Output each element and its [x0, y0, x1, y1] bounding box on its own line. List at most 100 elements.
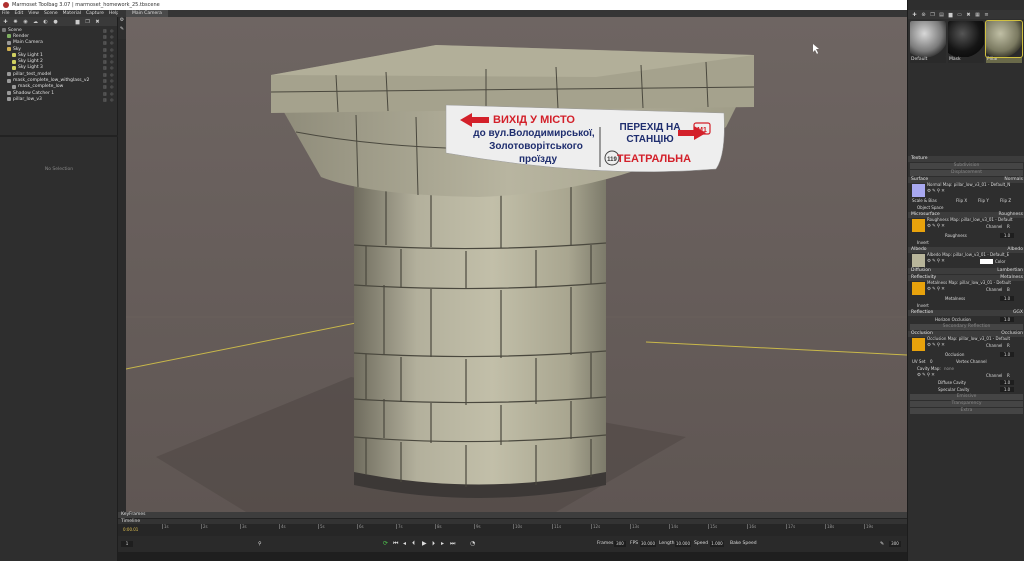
map-tools[interactable]: ⚙✎⚲✕ — [927, 258, 946, 265]
viewport[interactable]: ВИХІД У МІСТО до вул.Володимирської, Зол… — [126, 17, 907, 512]
roughness-map-slot[interactable] — [912, 219, 925, 232]
panel-divider[interactable] — [0, 135, 118, 137]
eye-icon[interactable]: ◎ — [110, 53, 114, 58]
scene-tree-item[interactable]: pillar_low_v3 ▥ ◎ — [2, 96, 117, 102]
timeline-track[interactable] — [118, 552, 907, 561]
invert-checkbox[interactable]: Invert — [917, 302, 929, 309]
metalness-map-slot[interactable] — [912, 282, 925, 295]
sphere-icon[interactable]: ● — [52, 19, 59, 25]
channel-select[interactable]: R — [1007, 342, 1010, 349]
eye-icon[interactable]: ◎ — [110, 97, 114, 102]
eye-icon[interactable]: ◎ — [110, 65, 114, 70]
visibility-icon[interactable]: ▥ — [103, 65, 107, 70]
eye-icon[interactable]: ◎ — [110, 34, 114, 39]
prev-frame-icon[interactable]: ⏴ — [412, 540, 415, 548]
visibility-icon[interactable]: ▥ — [103, 59, 107, 64]
menu-material[interactable]: Material — [63, 11, 81, 16]
next-frame-icon[interactable]: ⏵ — [432, 540, 435, 548]
eye-icon[interactable]: ◎ — [110, 91, 114, 96]
scale-bias-checkbox[interactable]: Scale & Bias — [912, 197, 937, 204]
length-field[interactable]: 10.000 — [675, 541, 691, 547]
tab-main-camera[interactable]: Main Camera — [126, 10, 168, 17]
play-icon[interactable]: ▶ — [422, 540, 427, 548]
loop-icon[interactable]: ⟳ — [383, 540, 388, 548]
section-diffusion[interactable]: Diffusion Lambertian — [908, 268, 1024, 274]
link-icon[interactable]: ✎ — [880, 540, 884, 548]
skip-start-icon[interactable]: ⏮ — [393, 540, 398, 548]
diffusion-mode-select[interactable]: Lambertian — [997, 268, 1023, 274]
object-space-checkbox[interactable]: Object Space — [917, 204, 944, 211]
grid-view-icon[interactable]: ▦ — [974, 12, 981, 18]
copy-icon[interactable]: ❐ — [929, 12, 936, 18]
delete-material-icon[interactable]: ✖ — [965, 12, 972, 18]
fps-field[interactable]: 30.000 — [640, 541, 656, 547]
map-tools[interactable]: ⚙✎⚲✕ — [917, 372, 936, 379]
menu-view[interactable]: View — [28, 11, 39, 16]
bake-speed-button[interactable]: Bake Speed — [730, 541, 757, 546]
visibility-icon[interactable]: ▥ — [103, 91, 107, 96]
pick-icon[interactable]: ⊛ — [920, 12, 927, 18]
list-view-icon[interactable]: ≡ — [983, 12, 990, 18]
channel-select[interactable]: R — [1007, 223, 1010, 230]
diffuse-cavity-field[interactable]: 1.0 — [1000, 380, 1014, 385]
next-key-icon[interactable]: ▸ — [441, 540, 444, 548]
skip-end-icon[interactable]: ⏭ — [450, 540, 455, 548]
flip-z-checkbox[interactable]: Flip Z — [1000, 197, 1011, 204]
visibility-icon[interactable]: ▥ — [103, 34, 107, 39]
map-tools[interactable]: ⚙✎⚲✕ — [927, 188, 946, 195]
specular-cavity-field[interactable]: 1.0 — [1000, 387, 1014, 392]
invert-checkbox[interactable]: Invert — [917, 239, 929, 246]
sky-icon[interactable]: ☁ — [32, 19, 39, 25]
map-tools[interactable]: ⚙✎⚲✕ — [927, 342, 946, 349]
map-tools[interactable]: ⚙✎⚲✕ — [927, 286, 946, 293]
uv-set-select[interactable]: 0 — [930, 358, 933, 365]
menu-edit[interactable]: Edit — [15, 11, 24, 16]
section-extra[interactable]: Extra — [910, 408, 1023, 414]
section-emissive[interactable]: Emissive — [910, 394, 1023, 400]
light-icon[interactable]: ✺ — [12, 19, 19, 25]
speed-field[interactable]: 1.000 — [710, 541, 724, 547]
section-transparency[interactable]: Transparency — [910, 401, 1023, 407]
delete-icon[interactable]: ✖ — [94, 19, 101, 25]
eye-icon[interactable]: ◎ — [110, 47, 114, 52]
menu-capture[interactable]: Capture — [86, 11, 104, 16]
occlusion-field[interactable]: 1.0 — [1000, 352, 1014, 357]
prev-key-icon[interactable]: ◂ — [403, 540, 406, 548]
eye-icon[interactable]: ◎ — [110, 72, 114, 77]
add-object-icon[interactable]: ✚ — [2, 19, 9, 25]
visibility-icon[interactable]: ▥ — [103, 47, 107, 52]
add-material-icon[interactable]: ✚ — [911, 12, 918, 18]
section-texture[interactable]: Texture — [908, 156, 1024, 162]
eye-icon[interactable]: ◎ — [110, 78, 114, 83]
timeline-ruler[interactable]: 0:00.01 1s 2s 3s 4s 5s 6s 7s 8s 9s 10s 11s 12s 13s 14… — [118, 524, 907, 536]
albedo-map-slot[interactable] — [912, 254, 925, 267]
section-secondary-reflection[interactable]: Secondary Reflection — [910, 324, 1023, 330]
roughness-field[interactable]: 1.0 — [1000, 233, 1014, 238]
visibility-icon[interactable]: ▥ — [103, 72, 107, 77]
flip-y-checkbox[interactable]: Flip Y — [978, 197, 989, 204]
view-settings-icon[interactable]: ⚙ — [118, 17, 126, 26]
key-icon[interactable]: ⚲ — [258, 540, 262, 548]
occlusion-map-slot[interactable] — [912, 338, 925, 351]
visibility-icon[interactable]: ▥ — [103, 78, 107, 83]
folder-icon[interactable]: ▆ — [74, 19, 81, 25]
visibility-icon[interactable]: ▥ — [103, 53, 107, 58]
eye-icon[interactable]: ◎ — [110, 40, 114, 45]
frame-field[interactable]: 1 — [121, 541, 133, 547]
visibility-icon[interactable]: ▥ — [103, 28, 107, 33]
material-pillar[interactable]: Pillar — [985, 20, 1023, 63]
normal-map-slot[interactable] — [912, 184, 925, 197]
eye-icon[interactable]: ◎ — [110, 84, 114, 89]
material-mask[interactable]: Mask — [948, 21, 984, 63]
channel-select[interactable]: R — [1007, 372, 1010, 379]
eye-icon[interactable]: ◎ — [110, 59, 114, 64]
frames-field[interactable]: 300 — [614, 541, 626, 547]
vertex-channel-select[interactable]: Vertex Channel — [956, 358, 987, 365]
horizon-occlusion-field[interactable]: 1.0 — [1000, 317, 1014, 322]
menu-scene[interactable]: Scene — [44, 11, 58, 16]
timer-icon[interactable]: ◔ — [470, 540, 475, 548]
eye-icon[interactable]: ◎ — [110, 28, 114, 33]
paste-icon[interactable]: ▤ — [938, 12, 945, 18]
end-frame-field[interactable]: 300 — [889, 541, 901, 547]
menu-file[interactable]: File — [2, 11, 10, 16]
